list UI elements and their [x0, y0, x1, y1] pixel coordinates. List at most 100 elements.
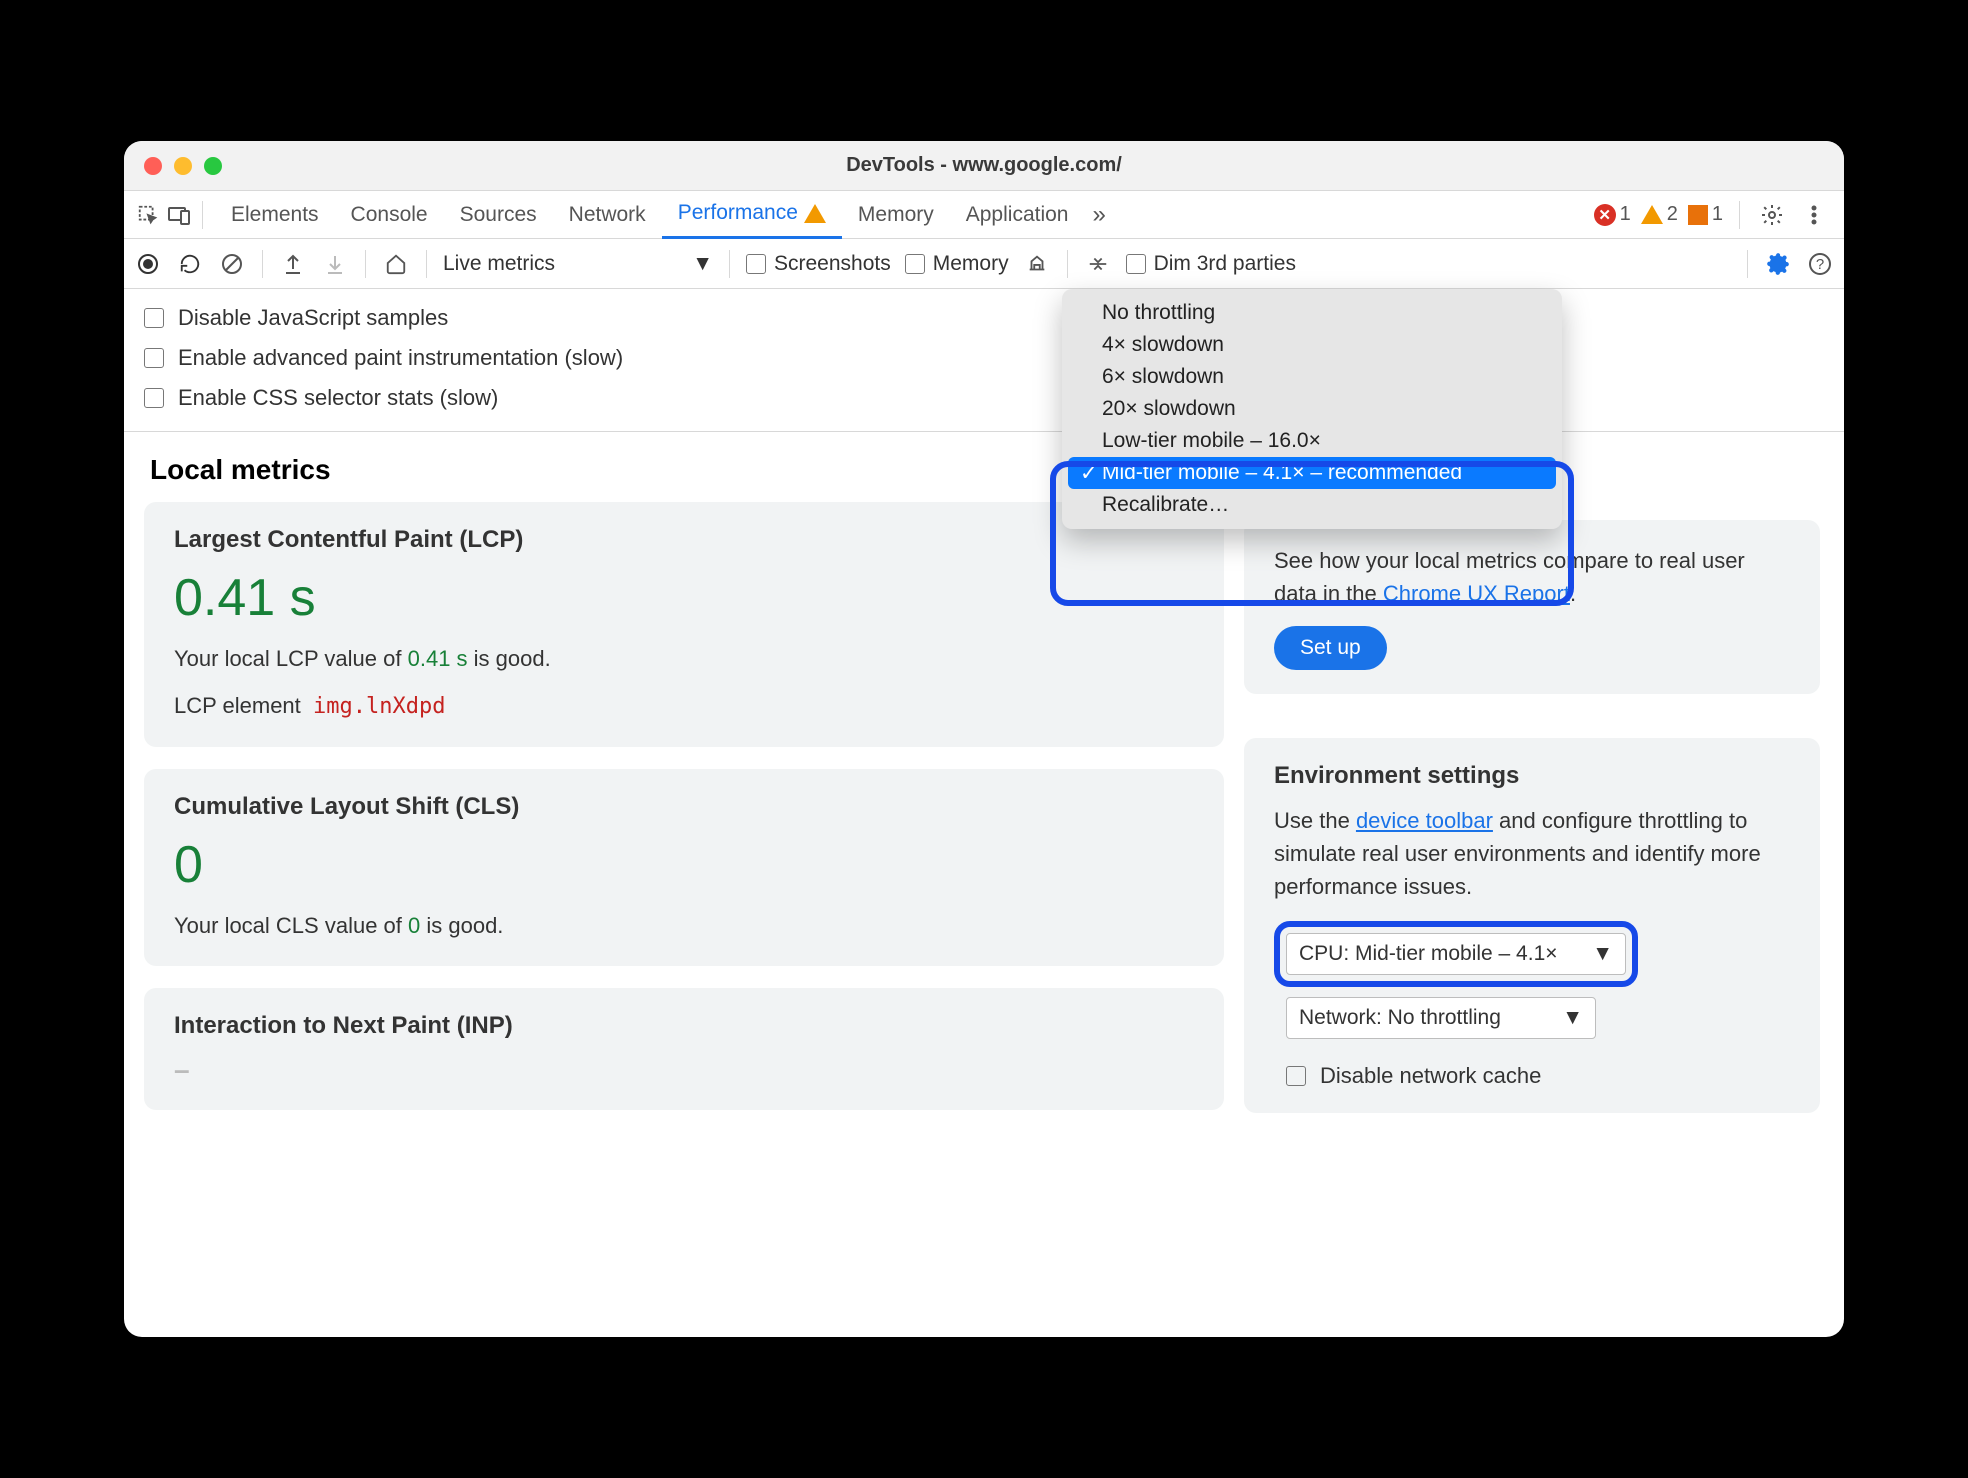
error-icon: ✕ [1594, 204, 1616, 226]
warning-icon [804, 204, 826, 223]
disable-cache-label: Disable network cache [1320, 1063, 1541, 1089]
lcp-element-selector[interactable]: img.lnXdpd [313, 694, 445, 719]
env-title: Environment settings [1274, 762, 1790, 790]
dropdown-item[interactable]: No throttling [1062, 297, 1562, 329]
help-icon[interactable]: ? [1806, 252, 1834, 276]
collapse-icon[interactable] [1084, 253, 1112, 275]
crux-card: See how your local metrics compare to re… [1244, 520, 1820, 694]
record-button[interactable] [134, 253, 162, 275]
dropdown-item-selected[interactable]: Mid-tier mobile – 4.1× – recommended [1068, 457, 1556, 489]
metrics-selector[interactable]: Live metrics ▼ [443, 252, 713, 276]
kebab-icon[interactable] [1798, 205, 1830, 225]
disable-cache-checkbox[interactable]: Disable network cache [1286, 1063, 1790, 1089]
capture-options-left: Disable JavaScript samples Enable advanc… [144, 305, 623, 411]
network-throttle-select[interactable]: Network: No throttling ▼ [1286, 997, 1596, 1039]
network-select-label: Network: No throttling [1299, 1006, 1501, 1030]
upload-icon[interactable] [279, 253, 307, 275]
option-label: Enable advanced paint instrumentation (s… [178, 345, 623, 371]
gc-icon[interactable] [1023, 253, 1051, 275]
tab-sources[interactable]: Sources [444, 191, 553, 239]
main-tabbar: Elements Console Sources Network Perform… [124, 191, 1844, 239]
clear-button[interactable] [218, 253, 246, 275]
memory-checkbox[interactable]: Memory [905, 252, 1009, 276]
checkbox-icon [144, 348, 164, 368]
caret-down-icon: ▼ [1592, 942, 1613, 966]
local-metrics-column: Local metrics Largest Contentful Paint (… [124, 432, 1244, 1337]
env-text: Use the device toolbar and configure thr… [1274, 804, 1790, 903]
home-icon[interactable] [382, 253, 410, 275]
tab-console[interactable]: Console [335, 191, 444, 239]
cls-value: 0 [174, 835, 1194, 895]
dropdown-item[interactable]: Recalibrate… [1062, 489, 1562, 521]
css-selector-stats-checkbox[interactable]: Enable CSS selector stats (slow) [144, 385, 623, 411]
cpu-throttle-select[interactable]: CPU: Mid-tier mobile – 4.1× ▼ [1286, 933, 1626, 975]
checkbox-icon [144, 388, 164, 408]
cls-description: Your local CLS value of 0 is good. [174, 909, 1194, 942]
issue-badge[interactable]: 1 [1688, 203, 1723, 226]
minimize-icon[interactable] [174, 157, 192, 175]
capture-settings-icon[interactable] [1764, 251, 1792, 277]
advanced-paint-checkbox[interactable]: Enable advanced paint instrumentation (s… [144, 345, 623, 371]
lcp-value: 0.41 s [174, 568, 1194, 628]
inp-title: Interaction to Next Paint (INP) [174, 1012, 1194, 1040]
capture-settings-panel: Disable JavaScript samples Enable advanc… [124, 289, 1844, 432]
caret-down-icon: ▼ [692, 252, 713, 276]
disable-js-samples-checkbox[interactable]: Disable JavaScript samples [144, 305, 623, 331]
lcp-element-row: LCP element img.lnXdpd [174, 689, 1194, 723]
status-badges: ✕ 1 2 1 [1594, 201, 1836, 229]
settings-icon[interactable] [1756, 203, 1788, 227]
screenshots-checkbox[interactable]: Screenshots [746, 252, 891, 276]
warning-count: 2 [1667, 203, 1678, 226]
dim-3rd-parties-checkbox[interactable]: Dim 3rd parties [1126, 252, 1296, 276]
tab-memory[interactable]: Memory [842, 191, 950, 239]
svg-text:?: ? [1816, 256, 1824, 273]
metrics-selector-label: Live metrics [443, 252, 555, 276]
dropdown-item[interactable]: 20× slowdown [1062, 393, 1562, 425]
inp-value: – [174, 1054, 1194, 1086]
warning-icon [1641, 205, 1663, 224]
dropdown-item[interactable]: 6× slowdown [1062, 361, 1562, 393]
more-tabs-icon[interactable]: » [1084, 201, 1113, 229]
close-icon[interactable] [144, 157, 162, 175]
tab-application[interactable]: Application [950, 191, 1085, 239]
cpu-throttle-dropdown: No throttling 4× slowdown 6× slowdown 20… [1062, 289, 1562, 529]
cls-card: Cumulative Layout Shift (CLS) 0 Your loc… [144, 769, 1224, 966]
memory-label: Memory [933, 252, 1009, 276]
error-badge[interactable]: ✕ 1 [1594, 203, 1631, 226]
reload-button[interactable] [176, 253, 204, 275]
cls-title: Cumulative Layout Shift (CLS) [174, 793, 1194, 821]
chrome-ux-report-link[interactable]: Chrome UX Report [1383, 581, 1570, 606]
dim-3rd-parties-label: Dim 3rd parties [1154, 252, 1296, 276]
dropdown-item[interactable]: Low-tier mobile – 16.0× [1062, 425, 1562, 457]
tab-performance[interactable]: Performance [662, 191, 842, 239]
tab-elements[interactable]: Elements [215, 191, 335, 239]
screenshots-label: Screenshots [774, 252, 891, 276]
cpu-select-label: CPU: Mid-tier mobile – 4.1× [1299, 942, 1558, 966]
inspect-icon[interactable] [132, 204, 164, 226]
device-toolbar-icon[interactable] [164, 205, 196, 225]
tab-network[interactable]: Network [553, 191, 662, 239]
lcp-card: Largest Contentful Paint (LCP) 0.41 s Yo… [144, 502, 1224, 747]
issue-count: 1 [1712, 203, 1723, 226]
traffic-lights [124, 157, 222, 175]
device-toolbar-link[interactable]: device toolbar [1356, 808, 1493, 833]
lcp-title: Largest Contentful Paint (LCP) [174, 526, 1194, 554]
crux-text: See how your local metrics compare to re… [1274, 544, 1790, 610]
dropdown-item[interactable]: 4× slowdown [1062, 329, 1562, 361]
download-icon[interactable] [321, 253, 349, 275]
inp-card: Interaction to Next Paint (INP) – [144, 988, 1224, 1110]
tab-performance-label: Performance [678, 201, 798, 225]
window-title: DevTools - www.google.com/ [124, 154, 1844, 177]
warning-badge[interactable]: 2 [1641, 203, 1678, 226]
setup-button[interactable]: Set up [1274, 626, 1387, 670]
lcp-description: Your local LCP value of 0.41 s is good. [174, 642, 1194, 675]
main-content: Local metrics Largest Contentful Paint (… [124, 432, 1844, 1337]
performance-toolbar: Live metrics ▼ Screenshots Memory Dim 3r… [124, 239, 1844, 289]
caret-down-icon: ▼ [1562, 1006, 1583, 1030]
error-count: 1 [1620, 203, 1631, 226]
option-label: Disable JavaScript samples [178, 305, 448, 331]
zoom-icon[interactable] [204, 157, 222, 175]
panel-tabs: Elements Console Sources Network Perform… [215, 191, 1084, 239]
devtools-window: DevTools - www.google.com/ Elements Cons… [124, 141, 1844, 1337]
checkbox-icon [746, 254, 766, 274]
